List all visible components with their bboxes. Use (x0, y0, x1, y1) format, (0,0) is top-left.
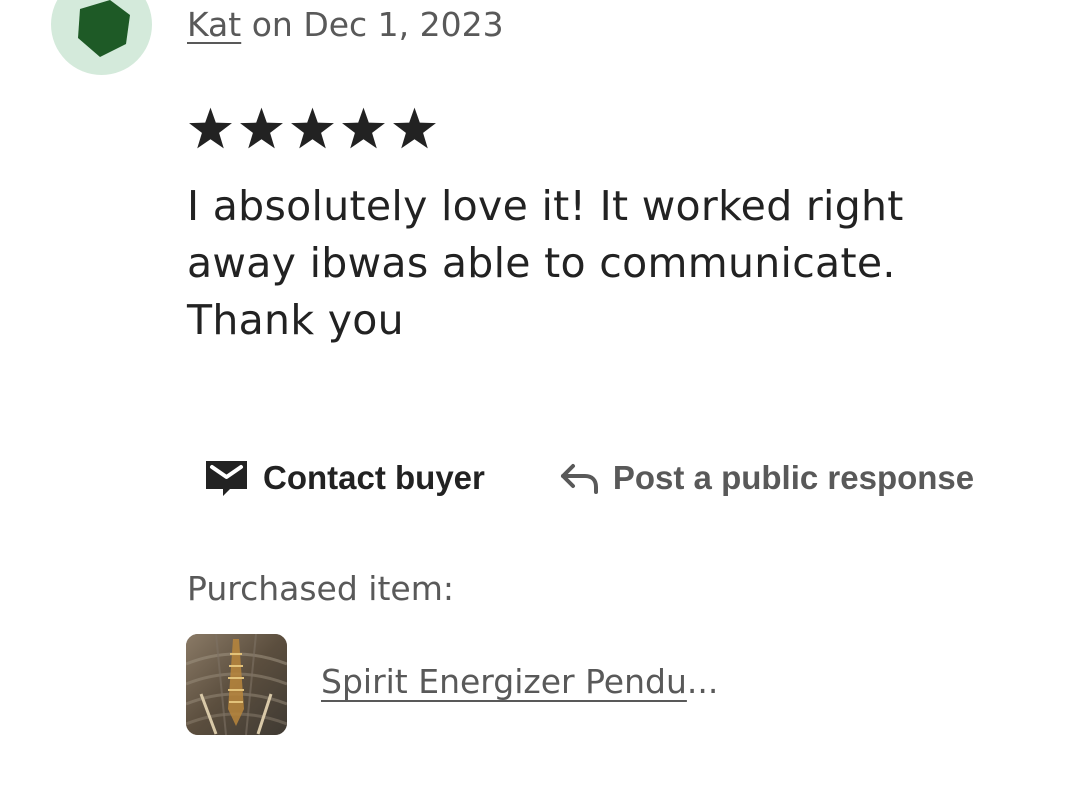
avatar[interactable] (51, 0, 152, 75)
message-icon (204, 458, 249, 498)
contact-buyer-label: Contact buyer (263, 459, 485, 496)
star-rating (186, 104, 439, 154)
star-icon (189, 107, 232, 149)
item-thumbnail[interactable] (186, 634, 287, 735)
star-icon (342, 107, 385, 149)
star-icon (393, 107, 436, 149)
purchased-item-label: Purchased item: (187, 569, 454, 608)
star-icon (291, 107, 334, 149)
star-icon (240, 107, 283, 149)
reply-arrow-icon (559, 461, 599, 495)
review-byline: Kat on Dec 1, 2023 (187, 5, 504, 44)
review-text: I absolutely love it! It worked right aw… (187, 182, 904, 344)
post-public-response-button[interactable]: Post a public response (559, 459, 974, 497)
review-card: Kat on Dec 1, 2023 I absolutely love it!… (0, 0, 1080, 791)
review-date: on Dec 1, 2023 (241, 5, 504, 44)
purchased-item-name: Spirit Energizer Pendu (321, 662, 687, 701)
purchased-item-ellipsis: ... (686, 662, 719, 701)
review-actions: Contact buyer Post a public response (204, 458, 974, 498)
pentagon-avatar-icon (78, 0, 130, 57)
contact-buyer-button[interactable]: Contact buyer (204, 458, 485, 498)
post-public-response-label: Post a public response (612, 459, 975, 496)
author-link[interactable]: Kat (187, 5, 241, 44)
purchased-item-link[interactable]: Spirit Energizer Pendu... (321, 662, 718, 701)
